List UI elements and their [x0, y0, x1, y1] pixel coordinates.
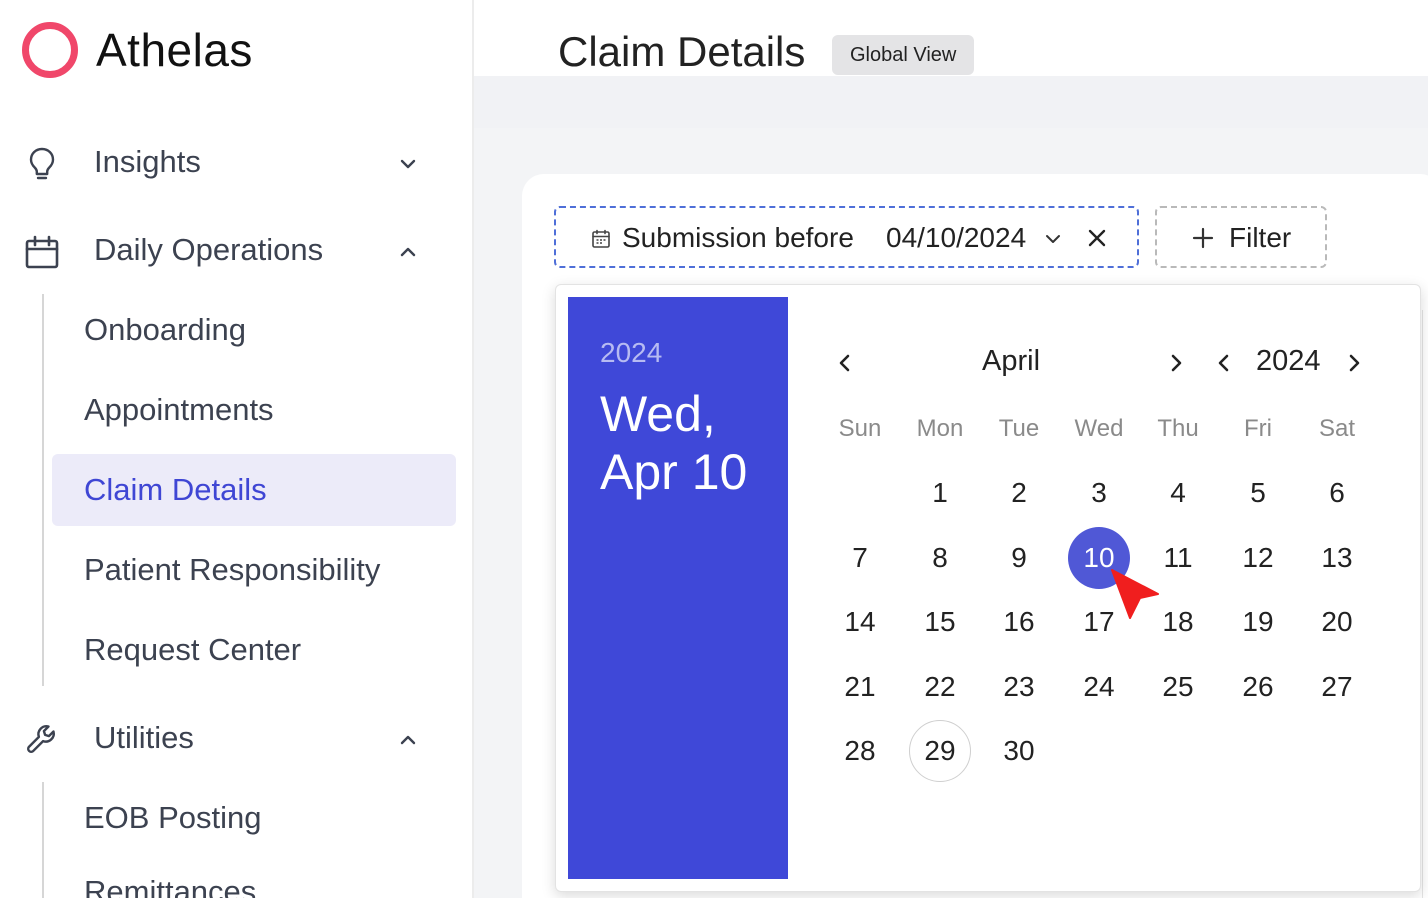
- next-month-icon[interactable]: [1162, 349, 1190, 377]
- picker-summary-day: Apr 10: [600, 444, 748, 500]
- filter-label: Submission before: [622, 222, 854, 253]
- wrench-icon: [27, 725, 55, 753]
- calendar-day[interactable]: 29: [909, 720, 971, 782]
- table-edge: [1422, 310, 1428, 898]
- filter-value: 04/10/2024: [886, 222, 1027, 253]
- page-header: Claim Details Global View: [474, 0, 1428, 76]
- filter-button-label: Filter: [1229, 222, 1292, 253]
- calendar-day[interactable]: 23: [988, 656, 1050, 718]
- calendar-day[interactable]: 14: [829, 591, 891, 653]
- calendar-day[interactable]: 13: [1306, 527, 1368, 589]
- submenu-divider: [42, 294, 44, 686]
- nav-group-insights[interactable]: Insights: [0, 132, 472, 192]
- sidebar-item-claim-details[interactable]: Claim Details: [52, 454, 456, 526]
- calendar-day[interactable]: 9: [988, 527, 1050, 589]
- mouse-cursor-icon: [1111, 569, 1159, 619]
- calendar-day[interactable]: 1: [909, 462, 971, 524]
- close-icon[interactable]: [1084, 225, 1110, 251]
- month-label: April: [982, 345, 1041, 377]
- chevron-up-icon[interactable]: [394, 238, 422, 266]
- nav-group-label: Utilities: [94, 720, 194, 755]
- calendar-day[interactable]: 8: [909, 527, 971, 589]
- chevron-down-icon[interactable]: [394, 150, 422, 178]
- weekday-label: Wed: [1074, 415, 1124, 442]
- sidebar-item-onboarding[interactable]: Onboarding: [52, 294, 456, 366]
- submission-date-filter[interactable]: Submission before 04/10/2024: [554, 206, 1139, 268]
- calendar-small-icon: [592, 229, 610, 248]
- sidebar-item-appointments[interactable]: Appointments: [52, 374, 456, 446]
- prev-month-icon[interactable]: [831, 349, 859, 377]
- calendar-day[interactable]: 27: [1306, 656, 1368, 718]
- brand-name: Athelas: [96, 24, 253, 76]
- calendar-day[interactable]: 5: [1227, 462, 1289, 524]
- calendar-day[interactable]: 28: [829, 720, 891, 782]
- lightbulb-icon: [29, 147, 55, 180]
- weekday-label: Tue: [998, 415, 1040, 442]
- weekday-label: Fri: [1244, 415, 1272, 442]
- sidebar-item-patient-responsibility[interactable]: Patient Responsibility: [52, 534, 456, 606]
- picker-summary-year[interactable]: 2024: [600, 337, 662, 369]
- calendar-day[interactable]: 2: [988, 462, 1050, 524]
- nav-group-label: Insights: [94, 144, 201, 179]
- calendar-day[interactable]: 7: [829, 527, 891, 589]
- nav-group-utilities[interactable]: Utilities: [0, 708, 472, 768]
- weekday-label: Thu: [1157, 415, 1199, 442]
- calendar-day[interactable]: 15: [909, 591, 971, 653]
- calendar-day[interactable]: 19: [1227, 591, 1289, 653]
- calendar-day[interactable]: 25: [1147, 656, 1209, 718]
- athelas-logo-icon: [22, 22, 78, 78]
- calendar-day[interactable]: 21: [829, 656, 891, 718]
- calendar-day[interactable]: 22: [909, 656, 971, 718]
- next-year-icon[interactable]: [1340, 349, 1368, 377]
- year-label: 2024: [1256, 345, 1321, 377]
- plus-icon: [1192, 227, 1214, 249]
- chevron-down-icon[interactable]: [1042, 228, 1064, 250]
- nav-group-label: Daily Operations: [94, 232, 324, 267]
- sidebar-item-remittances[interactable]: Remittances: [52, 856, 456, 898]
- submenu-divider: [42, 782, 44, 898]
- add-filter-button[interactable]: Filter: [1155, 206, 1327, 268]
- date-picker-popover: 2024 Wed, Apr 10 April 2024 Sun Mon Tue Wed…: [555, 284, 1421, 892]
- picker-summary-weekday: Wed,: [600, 386, 716, 442]
- calendar-day[interactable]: 3: [1068, 462, 1130, 524]
- calendar-day[interactable]: 26: [1227, 656, 1289, 718]
- calendar-day[interactable]: 24: [1068, 656, 1130, 718]
- sidebar-item-eob-posting[interactable]: EOB Posting: [52, 782, 456, 854]
- calendar-day[interactable]: 4: [1147, 462, 1209, 524]
- calendar-icon: [25, 235, 59, 269]
- calendar-day[interactable]: 30: [988, 720, 1050, 782]
- weekday-label: Sun: [838, 415, 882, 442]
- chevron-up-icon[interactable]: [394, 726, 422, 754]
- calendar-day[interactable]: 6: [1306, 462, 1368, 524]
- weekday-label: Sat: [1318, 415, 1356, 442]
- header-band: [474, 76, 1428, 128]
- prev-year-icon[interactable]: [1210, 349, 1238, 377]
- calendar-day[interactable]: 16: [988, 591, 1050, 653]
- nav-group-daily-operations[interactable]: Daily Operations: [0, 220, 472, 280]
- calendar-day[interactable]: 20: [1306, 591, 1368, 653]
- weekday-label: Mon: [916, 415, 964, 442]
- global-view-badge[interactable]: Global View: [832, 35, 975, 75]
- brand[interactable]: Athelas: [22, 22, 253, 78]
- picker-summary-panel: 2024 Wed, Apr 10: [568, 297, 788, 879]
- page-title: Claim Details: [558, 28, 806, 75]
- calendar-day[interactable]: 12: [1227, 527, 1289, 589]
- sidebar: Athelas Insights Daily Operations Onboar…: [0, 0, 474, 898]
- picker-summary-date: Wed, Apr 10: [600, 385, 780, 501]
- sidebar-item-request-center[interactable]: Request Center: [52, 614, 456, 686]
